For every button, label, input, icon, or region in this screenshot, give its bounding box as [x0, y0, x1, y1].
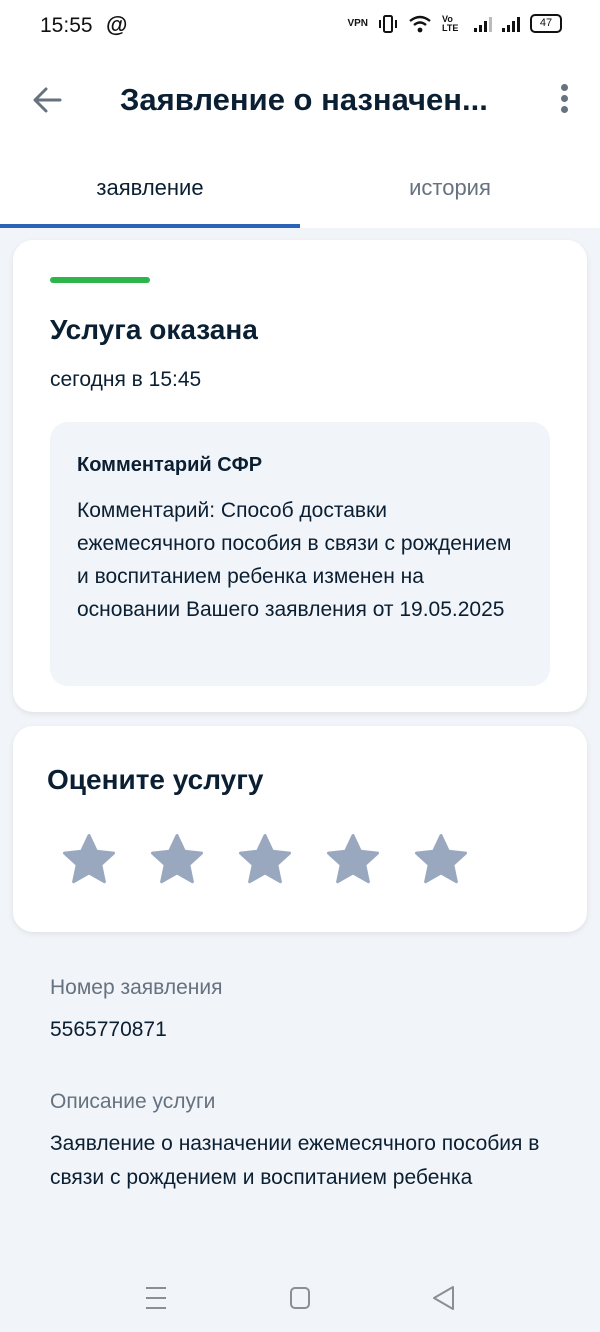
- system-back-button[interactable]: [424, 1282, 464, 1314]
- wifi-icon: [409, 15, 431, 32]
- status-bar: 15:55 @ VPN Vo LTE 47: [0, 0, 600, 56]
- menu-lines-icon: [146, 1287, 166, 1309]
- status-card: Услуга оказана сегодня в 15:45 Комментар…: [13, 240, 587, 712]
- signal-icon-2: [502, 16, 520, 32]
- application-number-label: Номер заявления: [50, 976, 223, 999]
- vpn-icon: VPN: [347, 18, 368, 29]
- more-dot: [560, 106, 568, 113]
- vibrate-icon: [379, 14, 397, 33]
- status-time: 15:55: [40, 14, 93, 37]
- rating-stars: [59, 830, 471, 890]
- comment-box: Комментарий СФР Комментарий: Способ дост…: [50, 422, 550, 686]
- star-icon[interactable]: [323, 830, 383, 890]
- page-title: Заявление о назначен...: [120, 82, 488, 117]
- rating-title: Оцените услугу: [47, 764, 264, 795]
- star-icon[interactable]: [235, 830, 295, 890]
- triangle-back-icon: [433, 1286, 454, 1310]
- app-header: Заявление о назначен...: [0, 56, 600, 148]
- tab-history[interactable]: история: [300, 148, 600, 228]
- more-options-button[interactable]: [550, 80, 578, 120]
- home-button[interactable]: [280, 1282, 320, 1314]
- system-nav-bar: [0, 1260, 600, 1332]
- comment-text: Комментарий: Способ доставки ежемесячног…: [77, 499, 512, 621]
- status-date: сегодня в 15:45: [50, 368, 202, 391]
- status-title: Услуга оказана: [50, 314, 258, 345]
- rating-card: Оцените услугу: [13, 726, 587, 932]
- application-number-value: 5565770871: [50, 1018, 167, 1041]
- square-icon: [290, 1287, 310, 1309]
- star-icon[interactable]: [411, 830, 471, 890]
- volte-icon: Vo LTE: [442, 13, 459, 33]
- back-button[interactable]: [28, 78, 68, 122]
- service-description-label: Описание услуги: [50, 1090, 216, 1113]
- notification-at-icon: @: [106, 12, 128, 37]
- service-description-value: Заявление о назначении ежемесячного посо…: [50, 1132, 540, 1189]
- signal-icon-1: [474, 16, 492, 32]
- star-icon[interactable]: [59, 830, 119, 890]
- arrow-left-icon: [33, 87, 62, 113]
- more-dot: [560, 84, 568, 91]
- comment-title: Комментарий СФР: [77, 454, 263, 476]
- active-tab-indicator: [0, 224, 300, 228]
- status-icons: VPN Vo LTE 47: [347, 14, 562, 33]
- screen: 15:55 @ VPN Vo LTE 47 Заявление о назнач…: [0, 0, 600, 1332]
- tab-application[interactable]: заявление: [0, 148, 300, 228]
- battery-icon: 47: [530, 14, 562, 33]
- recent-apps-button[interactable]: [136, 1282, 176, 1314]
- star-icon[interactable]: [147, 830, 207, 890]
- tabs: заявление история: [0, 148, 600, 228]
- status-indicator-line: [50, 277, 150, 283]
- more-dot: [560, 95, 568, 102]
